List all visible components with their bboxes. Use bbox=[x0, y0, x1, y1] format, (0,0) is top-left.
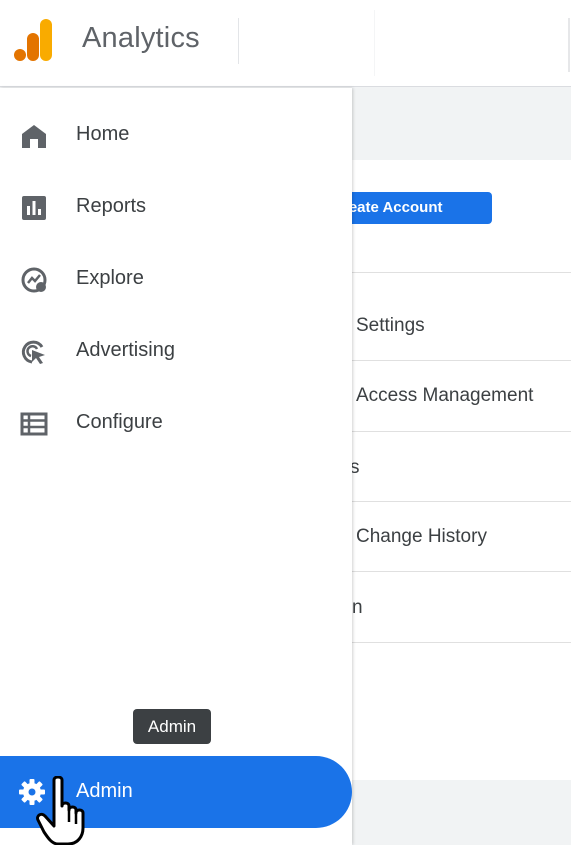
header-divider bbox=[238, 18, 239, 64]
advertising-icon bbox=[21, 340, 45, 364]
nav-item-configure[interactable]: Configure bbox=[0, 396, 352, 452]
admin-tooltip: Admin bbox=[133, 709, 211, 744]
trash-link[interactable]: n bbox=[352, 597, 363, 619]
explore-icon bbox=[21, 267, 47, 293]
divider bbox=[352, 272, 571, 273]
analytics-logo[interactable] bbox=[14, 19, 54, 61]
hand-cursor-icon bbox=[36, 776, 85, 845]
divider bbox=[352, 571, 571, 572]
create-account-button[interactable]: reate Account bbox=[330, 192, 492, 224]
access-management-link[interactable]: Access Management bbox=[356, 385, 533, 407]
configure-icon bbox=[20, 412, 48, 436]
app-title: Analytics bbox=[82, 22, 200, 54]
nav-label: Explore bbox=[76, 267, 144, 289]
divider bbox=[352, 360, 571, 361]
divider bbox=[352, 642, 571, 643]
nav-item-advertising[interactable]: Advertising bbox=[0, 324, 352, 380]
nav-item-explore[interactable]: Explore bbox=[0, 252, 352, 308]
nav-label: Advertising bbox=[76, 339, 175, 361]
nav-label: Home bbox=[76, 123, 130, 145]
divider bbox=[352, 431, 571, 432]
nav-label: Reports bbox=[76, 195, 147, 217]
account-settings-link[interactable]: Settings bbox=[356, 315, 425, 337]
app-header: Analytics bbox=[0, 0, 571, 87]
nav-item-home[interactable]: Home bbox=[0, 108, 352, 164]
header-edge bbox=[568, 18, 570, 72]
header-divider bbox=[374, 10, 375, 76]
change-history-link[interactable]: Change History bbox=[356, 526, 487, 548]
reports-icon bbox=[22, 196, 46, 220]
nav-label: Configure bbox=[76, 411, 163, 433]
nav-item-reports[interactable]: Reports bbox=[0, 180, 352, 236]
home-icon bbox=[22, 125, 46, 148]
divider bbox=[352, 501, 571, 502]
